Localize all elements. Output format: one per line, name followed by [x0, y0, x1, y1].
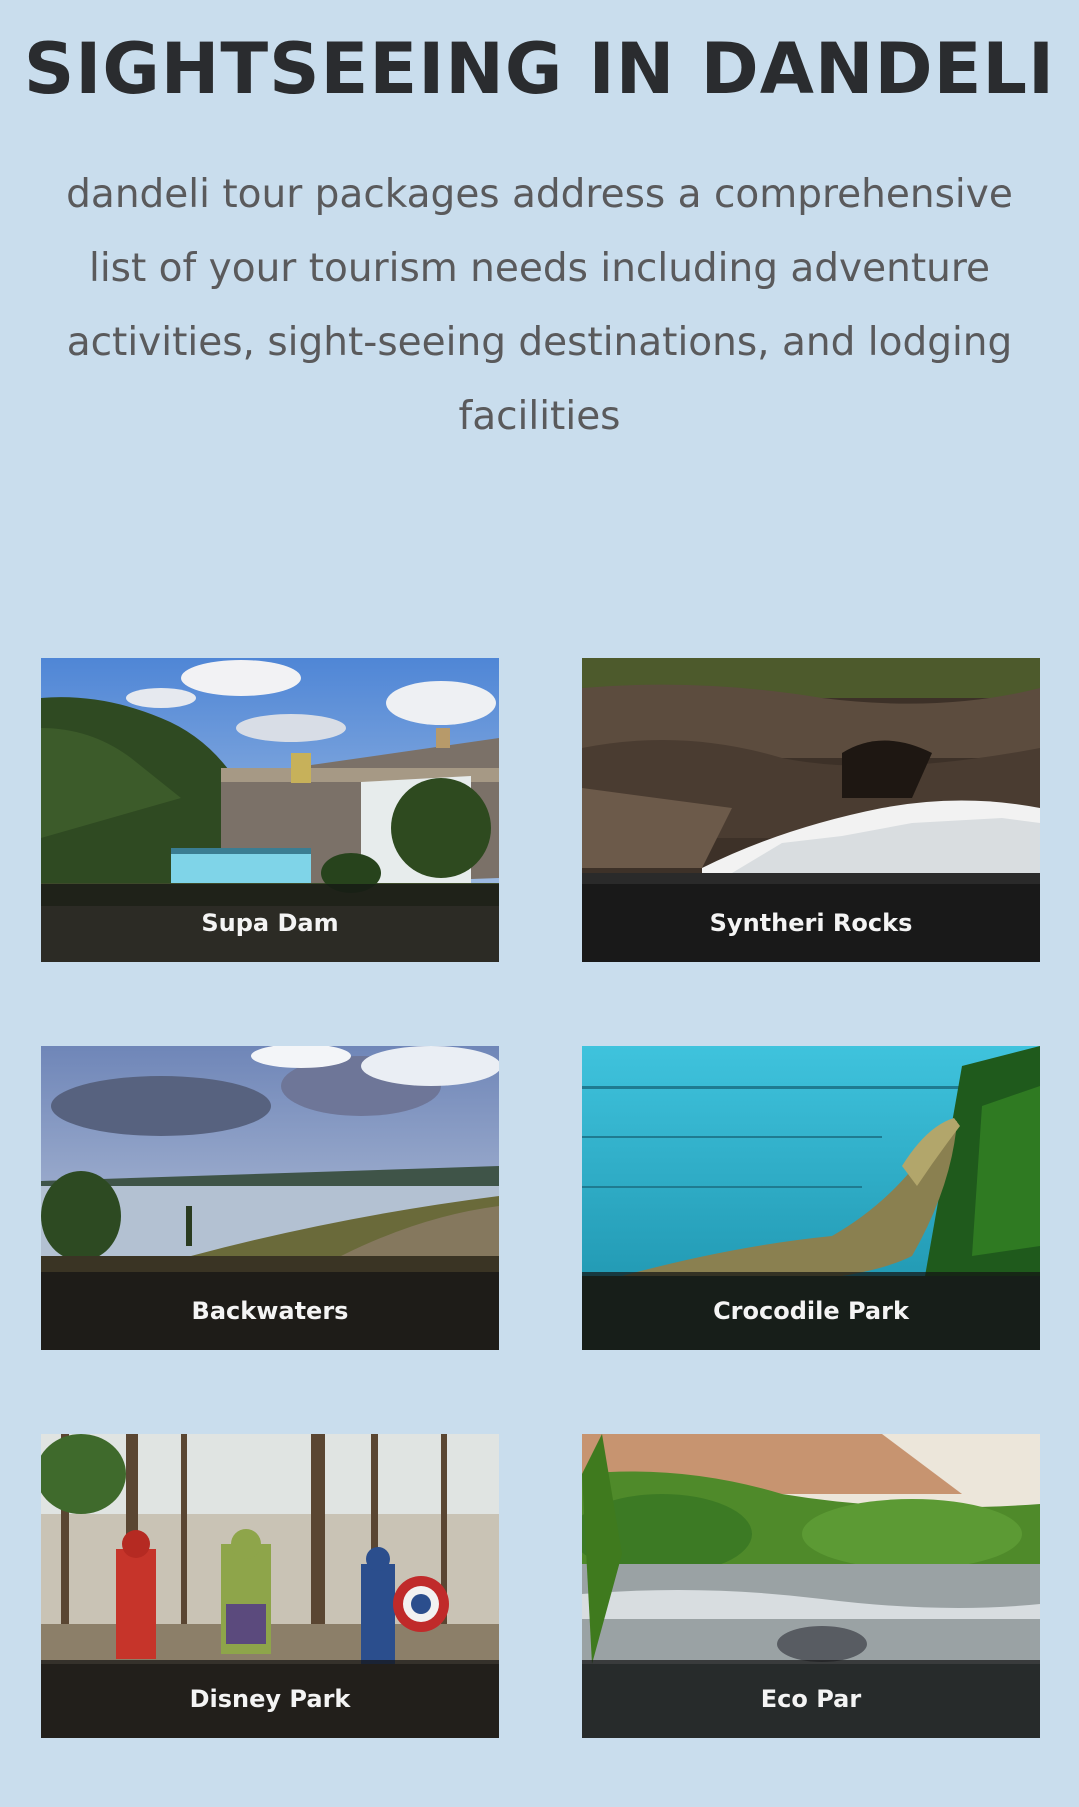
place-card-backwaters[interactable]: Backwaters	[41, 1046, 499, 1350]
place-card-eco-par[interactable]: Eco Par	[582, 1434, 1040, 1738]
place-caption: Crocodile Park	[582, 1272, 1040, 1350]
place-label: Syntheri Rocks	[709, 909, 913, 937]
place-caption: Eco Par	[582, 1660, 1040, 1738]
page-description: dandeli tour packages address a comprehe…	[66, 172, 1013, 439]
place-caption: Supa Dam	[41, 884, 499, 962]
page-title: SIGHTSEEING IN DANDELI	[23, 28, 1056, 110]
place-card-syntheri-rocks[interactable]: Syntheri Rocks	[582, 658, 1040, 962]
place-label: Backwaters	[191, 1297, 349, 1325]
place-card-crocodile-park[interactable]: Crocodile Park	[582, 1046, 1040, 1350]
place-label: Disney Park	[189, 1685, 351, 1713]
place-card-supa-dam[interactable]: Supa Dam	[41, 658, 499, 962]
place-caption: Syntheri Rocks	[582, 884, 1040, 962]
place-label: Crocodile Park	[713, 1297, 909, 1325]
place-card-disney-park[interactable]: Disney Park	[41, 1434, 499, 1738]
place-label: Supa Dam	[201, 909, 339, 937]
place-caption: Backwaters	[41, 1272, 499, 1350]
place-caption: Disney Park	[41, 1660, 499, 1738]
place-label: Eco Par	[760, 1685, 862, 1713]
